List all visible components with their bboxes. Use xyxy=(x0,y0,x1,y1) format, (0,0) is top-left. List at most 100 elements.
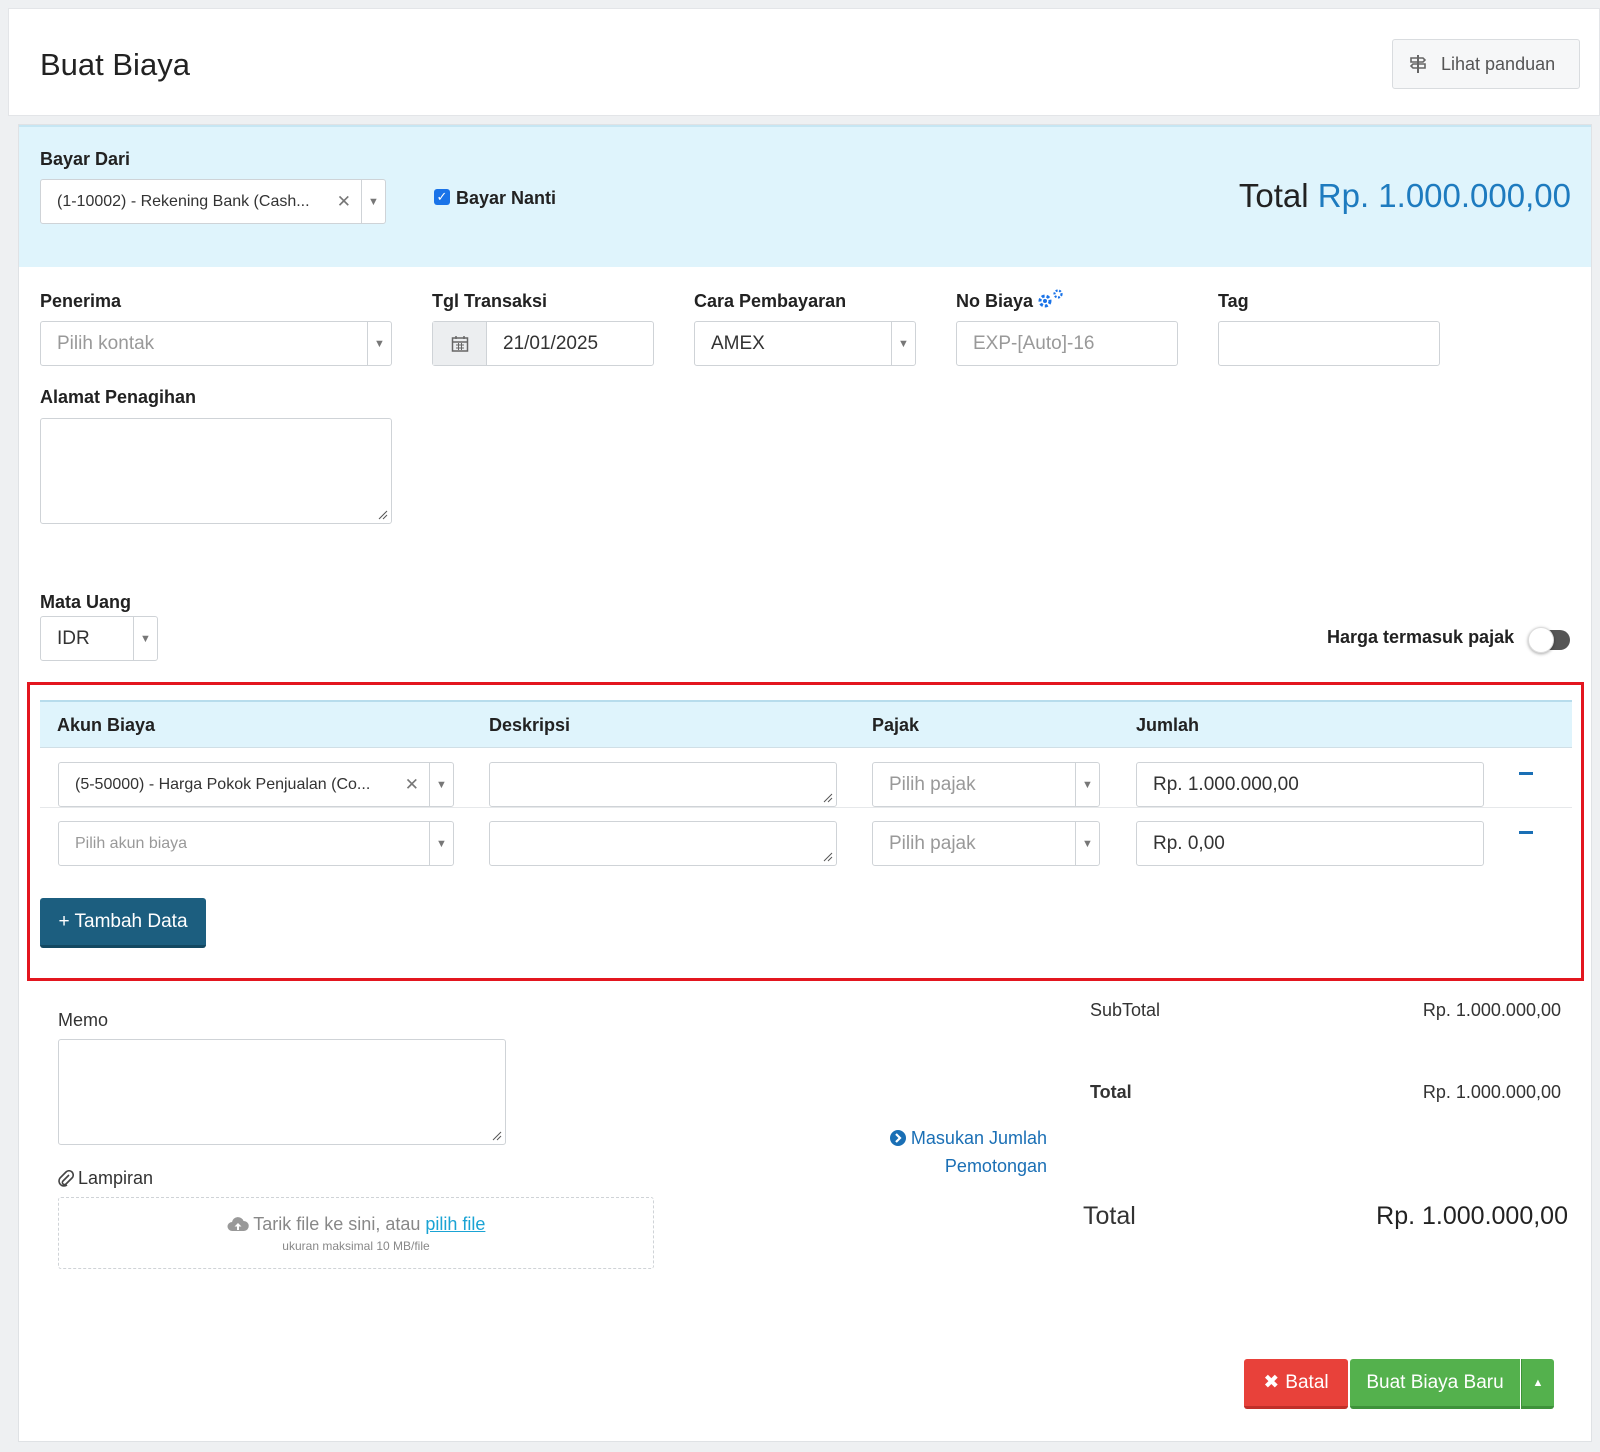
header-total-amount: Rp. 1.000.000,00 xyxy=(1317,177,1571,214)
close-icon: ✖ xyxy=(1263,1372,1280,1393)
resize-grip-icon[interactable] xyxy=(378,510,388,520)
dropzone-size-note: ukuran maksimal 10 MB/file xyxy=(282,1239,430,1253)
clear-icon[interactable]: ✕ xyxy=(337,180,351,223)
alamat-textarea[interactable] xyxy=(40,418,392,524)
row1-deskripsi-textarea[interactable] xyxy=(489,762,837,807)
row2-jumlah-value: Rp. 0,00 xyxy=(1153,832,1225,854)
no-biaya-label: No Biaya xyxy=(956,291,1034,311)
guide-button-label: Lihat panduan xyxy=(1441,53,1556,74)
chevron-down-icon[interactable]: ▼ xyxy=(429,763,453,806)
bayar-dari-select[interactable]: (1-10002) - Rekening Bank (Cash... ✕ ▼ xyxy=(40,179,386,224)
file-dropzone[interactable]: Tarik file ke sini, atau pilih file ukur… xyxy=(58,1197,654,1269)
chevron-down-icon[interactable]: ▼ xyxy=(891,322,915,365)
bayar-dari-value: (1-10002) - Rekening Bank (Cash... xyxy=(57,192,310,210)
calendar-icon[interactable] xyxy=(433,322,487,365)
tgl-transaksi-input[interactable]: 21/01/2025 xyxy=(432,321,654,366)
toggle-knob xyxy=(1528,627,1554,653)
row1-pajak-placeholder: Pilih pajak xyxy=(889,773,976,795)
row2-akun-select[interactable]: Pilih akun biaya ▼ xyxy=(58,821,454,866)
row2-akun-placeholder: Pilih akun biaya xyxy=(75,834,188,852)
row2-jumlah-input[interactable]: Rp. 0,00 xyxy=(1136,821,1484,866)
total-label: Total xyxy=(1090,1082,1132,1102)
clear-icon[interactable]: ✕ xyxy=(405,763,419,806)
table-header: Akun Biaya Deskripsi Pajak Jumlah xyxy=(40,700,1572,748)
lampiran-heading: Lampiran xyxy=(58,1168,153,1189)
col-jumlah: Jumlah xyxy=(1136,715,1200,735)
row1-akun-select[interactable]: (5-50000) - Harga Pokok Penjualan (Co...… xyxy=(58,762,454,807)
potongan-line1: Masukan Jumlah xyxy=(910,1128,1047,1148)
chevron-down-icon[interactable]: ▼ xyxy=(361,180,385,223)
cancel-button[interactable]: ✖ Batal xyxy=(1244,1359,1348,1409)
chevron-down-icon[interactable]: ▼ xyxy=(1075,822,1099,865)
cloud-upload-icon xyxy=(227,1217,249,1231)
guide-button[interactable]: Lihat panduan xyxy=(1392,39,1580,89)
row1-jumlah-input[interactable]: Rp. 1.000.000,00 xyxy=(1136,762,1484,807)
dropzone-main-text: Tarik file ke sini, atau xyxy=(253,1214,426,1234)
mata-uang-select[interactable]: IDR ▼ xyxy=(40,616,158,661)
tgl-transaksi-label: Tgl Transaksi xyxy=(432,291,548,311)
no-biaya-input[interactable]: EXP-[Auto]-16 xyxy=(956,321,1178,366)
signpost-icon xyxy=(1409,55,1427,73)
alamat-label: Alamat Penagihan xyxy=(40,387,197,407)
grand-total-value: Rp. 1.000.000,00 xyxy=(1376,1202,1568,1230)
tag-label: Tag xyxy=(1218,291,1249,311)
page-header: Buat Biaya Lihat panduan xyxy=(8,8,1600,116)
memo-textarea[interactable] xyxy=(58,1039,506,1145)
cara-pembayaran-label: Cara Pembayaran xyxy=(694,291,847,311)
row2-pajak-select[interactable]: Pilih pajak ▼ xyxy=(872,821,1100,866)
row1-jumlah-value: Rp. 1.000.000,00 xyxy=(1153,773,1299,795)
memo-label: Memo xyxy=(58,1010,109,1030)
bayar-nanti-checkbox[interactable]: ✓ xyxy=(434,189,450,205)
row2-pajak-placeholder: Pilih pajak xyxy=(889,832,976,854)
col-akun-biaya: Akun Biaya xyxy=(57,715,156,735)
dropzone-text: Tarik file ke sini, atau pilih file xyxy=(59,1214,653,1235)
penerima-placeholder: Pilih kontak xyxy=(57,332,155,354)
total-value: Rp. 1.000.000,00 xyxy=(1422,1082,1561,1102)
page-title: Buat Biaya xyxy=(40,47,190,82)
tambah-data-button[interactable]: + Tambah Data xyxy=(40,898,206,948)
chevron-circle-right-icon xyxy=(889,1130,906,1146)
harga-pajak-toggle[interactable] xyxy=(1528,627,1570,653)
mata-uang-value: IDR xyxy=(57,627,90,649)
grand-total-label: Total xyxy=(1083,1202,1136,1230)
chevron-down-icon[interactable]: ▼ xyxy=(429,822,453,865)
caret-up-icon[interactable]: ▲ xyxy=(1521,1359,1554,1409)
potongan-link[interactable]: Masukan Jumlah Pemotongan xyxy=(889,1124,1047,1180)
chevron-down-icon[interactable]: ▼ xyxy=(133,617,157,660)
chevron-down-icon[interactable]: ▼ xyxy=(1075,763,1099,806)
subtotal-label: SubTotal xyxy=(1090,1000,1161,1020)
row1-akun-value: (5-50000) - Harga Pokok Penjualan (Co... xyxy=(75,775,371,793)
bayar-dari-label: Bayar Dari xyxy=(40,149,131,169)
bayar-nanti-label: Bayar Nanti xyxy=(456,188,557,208)
gear-icon[interactable] xyxy=(1036,288,1066,310)
potongan-line2: Pemotongan xyxy=(944,1156,1047,1176)
resize-grip-icon[interactable] xyxy=(823,852,833,862)
col-deskripsi: Deskripsi xyxy=(489,715,571,735)
col-pajak: Pajak xyxy=(872,715,920,735)
lampiran-label: Lampiran xyxy=(78,1168,154,1188)
subtotal-value: Rp. 1.000.000,00 xyxy=(1422,1000,1561,1020)
tgl-transaksi-value: 21/01/2025 xyxy=(503,332,599,354)
cara-pembayaran-select[interactable]: AMEX ▼ xyxy=(694,321,916,366)
penerima-label: Penerima xyxy=(40,291,122,311)
row1-pajak-select[interactable]: Pilih pajak ▼ xyxy=(872,762,1100,807)
row-separator xyxy=(40,807,1572,808)
cara-pembayaran-value: AMEX xyxy=(711,332,765,354)
penerima-select[interactable]: Pilih kontak ▼ xyxy=(40,321,392,366)
row2-deskripsi-textarea[interactable] xyxy=(489,821,837,866)
resize-grip-icon[interactable] xyxy=(823,793,833,803)
tag-input[interactable] xyxy=(1218,321,1440,366)
chevron-down-icon[interactable]: ▼ xyxy=(367,322,391,365)
bayar-section: Bayar Dari (1-10002) - Rekening Bank (Ca… xyxy=(19,125,1591,267)
resize-grip-icon[interactable] xyxy=(492,1131,502,1141)
no-biaya-placeholder: EXP-[Auto]-16 xyxy=(973,332,1095,354)
create-button[interactable]: Buat Biaya Baru xyxy=(1350,1359,1520,1409)
row1-remove-icon[interactable] xyxy=(1519,772,1533,775)
cancel-button-label: Batal xyxy=(1285,1371,1329,1393)
mata-uang-label: Mata Uang xyxy=(40,592,132,612)
paperclip-icon xyxy=(58,1169,74,1187)
header-total-label: Total xyxy=(1238,177,1309,214)
row2-remove-icon[interactable] xyxy=(1519,831,1533,834)
choose-file-link[interactable]: pilih file xyxy=(425,1214,485,1234)
harga-pajak-label: Harga termasuk pajak xyxy=(1327,627,1515,647)
